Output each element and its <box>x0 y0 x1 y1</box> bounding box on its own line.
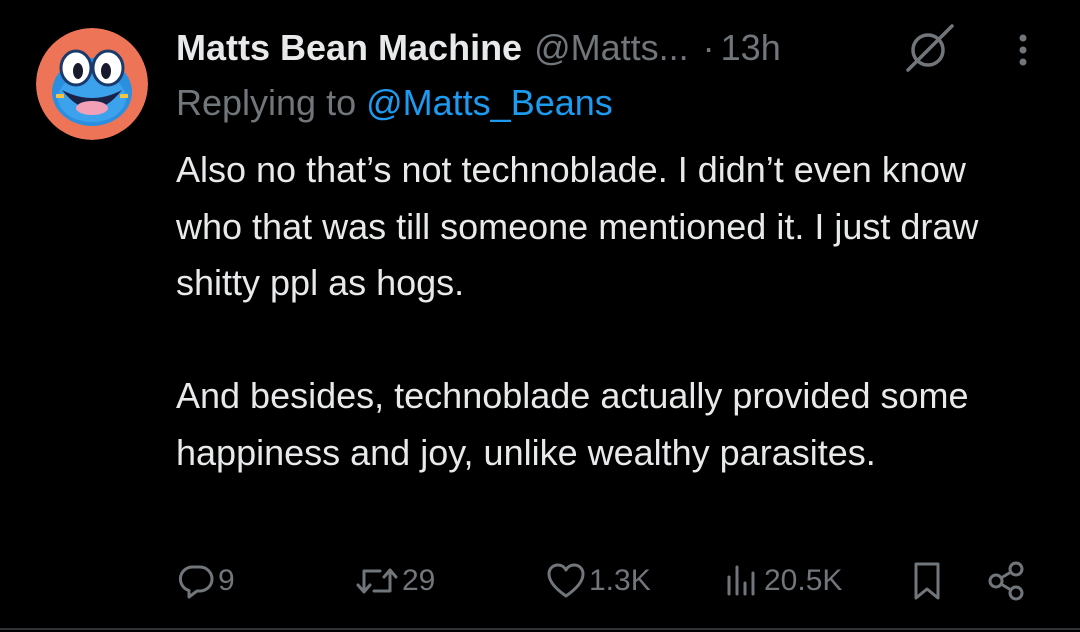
views-count: 20.5K <box>764 564 843 597</box>
tweet-paragraph-1: Also no that’s not technoblade. I didn’t… <box>176 149 989 303</box>
frog-avatar-icon <box>36 28 148 140</box>
share-icon <box>984 559 1028 603</box>
author-avatar[interactable] <box>36 28 148 140</box>
heart-icon <box>545 561 587 601</box>
bookmark-icon <box>908 559 948 603</box>
reply-button[interactable]: 9 <box>176 556 235 606</box>
header-separator: · <box>702 27 715 68</box>
tweet-body: Also no that’s not technoblade. I didn’t… <box>176 142 1036 481</box>
tweet-header: Matts Bean Machine @Matts... · 13h <box>176 24 781 72</box>
repost-count: 29 <box>402 564 436 597</box>
repost-icon <box>354 561 400 601</box>
reply-mention-link[interactable]: @Matts_Beans <box>366 82 613 123</box>
reply-count: 9 <box>218 564 235 597</box>
author-display-name[interactable]: Matts Bean Machine <box>176 27 522 69</box>
share-button[interactable] <box>984 556 1028 606</box>
grok-icon[interactable] <box>904 22 956 74</box>
views-icon <box>722 561 762 601</box>
tweet-paragraph-2: And besides, technoblade actually provid… <box>176 375 979 473</box>
reply-icon <box>176 561 216 601</box>
views-button[interactable]: 20.5K <box>722 556 842 606</box>
more-vertical-icon[interactable] <box>1008 28 1038 72</box>
action-bar: 9 29 1.3K 20.5K <box>0 556 1080 606</box>
tweet-divider <box>0 628 1080 630</box>
author-handle[interactable]: @Matts... <box>534 27 689 69</box>
tweet-timestamp[interactable]: 13h <box>721 27 781 69</box>
reply-context-prefix: Replying to <box>176 82 357 123</box>
like-count: 1.3K <box>589 564 651 597</box>
tweet: Matts Bean Machine @Matts... · 13h Reply… <box>0 0 1080 632</box>
like-button[interactable]: 1.3K <box>545 556 651 606</box>
repost-button[interactable]: 29 <box>354 556 435 606</box>
reply-context: Replying to @Matts_Beans <box>176 82 613 124</box>
bookmark-button[interactable] <box>908 556 948 606</box>
